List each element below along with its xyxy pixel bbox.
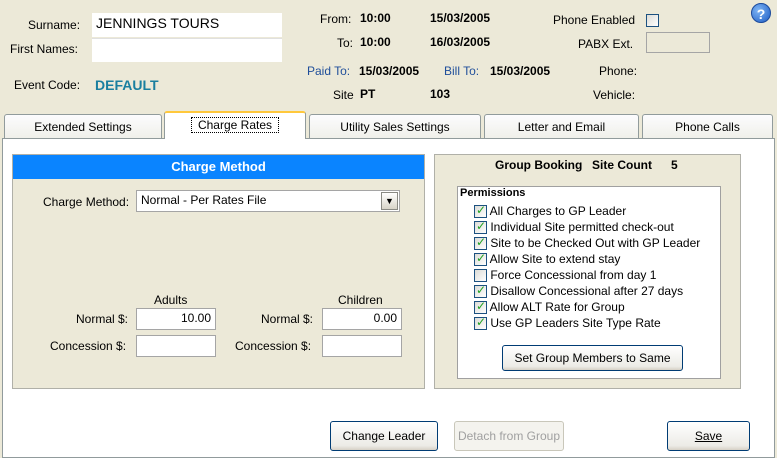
save-button[interactable]: Save xyxy=(667,421,750,451)
to-time: 10:00 xyxy=(360,35,391,49)
permission-item[interactable]: All Charges to GP Leader xyxy=(474,203,627,219)
paid-to-value: 15/03/2005 xyxy=(359,64,420,78)
charge-method-title: Charge Method xyxy=(13,155,424,179)
adult-normal-field[interactable]: 10.00 xyxy=(136,308,216,330)
child-normal-label: Normal $: xyxy=(261,312,314,326)
child-concession-field[interactable] xyxy=(322,335,402,357)
adult-concession-field[interactable] xyxy=(136,335,216,357)
site-number: 103 xyxy=(430,87,451,101)
checkbox[interactable] xyxy=(474,251,487,267)
permission-item[interactable]: Allow Site to extend stay xyxy=(474,251,621,267)
phone-enabled-checkbox[interactable] xyxy=(646,14,659,28)
checkbox[interactable] xyxy=(474,315,487,331)
charge-method-select[interactable]: Normal - Per Rates File ▼ xyxy=(136,190,400,212)
detach-from-group-button[interactable]: Detach from Group xyxy=(454,421,564,451)
change-leader-button[interactable]: Change Leader xyxy=(330,421,438,451)
charge-method-selected: Normal - Per Rates File xyxy=(141,193,267,207)
pabx-field[interactable] xyxy=(646,32,710,53)
permission-item[interactable]: Individual Site permitted check-out xyxy=(474,219,674,235)
site-type: PT xyxy=(360,87,376,101)
site-count-label: Site Count xyxy=(592,158,652,172)
permission-label: Force Concessional from day 1 xyxy=(490,268,657,282)
tab-letter-and-email[interactable]: Letter and Email xyxy=(484,114,639,138)
phone-label: Phone: xyxy=(599,64,638,78)
bill-to-value: 15/03/2005 xyxy=(490,64,551,78)
first-names-field[interactable] xyxy=(92,38,282,62)
permissions-title: Permissions xyxy=(460,187,526,199)
to-label: To: xyxy=(337,36,354,50)
tab-phone-calls[interactable]: Phone Calls xyxy=(642,114,773,138)
permission-label: All Charges to GP Leader xyxy=(489,204,627,218)
children-label: Children xyxy=(338,293,383,307)
group-booking-title: Group Booking xyxy=(495,158,583,172)
surname-field[interactable]: JENNINGS TOURS xyxy=(92,13,282,37)
event-code-value: DEFAULT xyxy=(95,77,159,93)
tab-extended-settings[interactable]: Extended Settings xyxy=(4,114,162,138)
checkbox[interactable] xyxy=(474,299,487,315)
checkbox[interactable] xyxy=(474,219,487,235)
permission-label: Disallow Concessional after 27 days xyxy=(490,284,684,298)
permission-label: Individual Site permitted check-out xyxy=(490,220,674,234)
site-count-value: 5 xyxy=(671,158,678,172)
tab-charge-rates-label: Charge Rates xyxy=(190,117,280,133)
permission-label: Site to be Checked Out with GP Leader xyxy=(490,236,701,250)
first-names-label: First Names: xyxy=(10,42,79,56)
permission-item[interactable]: Disallow Concessional after 27 days xyxy=(474,283,684,299)
child-normal-field[interactable]: 0.00 xyxy=(322,308,402,330)
from-time: 10:00 xyxy=(360,11,391,25)
from-date: 15/03/2005 xyxy=(430,11,491,25)
paid-to-label: Paid To: xyxy=(307,64,351,78)
permission-label: Allow ALT Rate for Group xyxy=(489,300,625,314)
set-group-members-button[interactable]: Set Group Members to Same xyxy=(502,345,683,371)
permission-item[interactable]: Use GP Leaders Site Type Rate xyxy=(474,315,661,331)
chevron-down-icon[interactable]: ▼ xyxy=(381,192,398,210)
tab-charge-rates[interactable]: Charge Rates xyxy=(164,111,306,139)
permission-item[interactable]: Force Concessional from day 1 xyxy=(474,268,657,283)
tab-utility-sales-settings[interactable]: Utility Sales Settings xyxy=(309,114,481,138)
adult-normal-label: Normal $: xyxy=(76,312,129,326)
vehicle-label: Vehicle: xyxy=(593,88,636,102)
checkbox[interactable] xyxy=(474,203,487,219)
permission-label: Use GP Leaders Site Type Rate xyxy=(490,316,661,330)
adult-concession-label: Concession $: xyxy=(50,339,127,353)
phone-enabled-label: Phone Enabled xyxy=(553,13,636,27)
site-label: Site xyxy=(333,88,354,102)
to-date: 16/03/2005 xyxy=(430,35,491,49)
from-label: From: xyxy=(320,12,352,26)
checkbox[interactable] xyxy=(474,269,487,283)
permission-item[interactable]: Site to be Checked Out with GP Leader xyxy=(474,235,701,251)
adults-label: Adults xyxy=(154,293,188,307)
permission-item[interactable]: Allow ALT Rate for Group xyxy=(474,299,625,315)
checkbox[interactable] xyxy=(474,235,487,251)
surname-label: Surname: xyxy=(28,18,81,32)
pabx-label: PABX Ext. xyxy=(578,37,634,51)
charge-method-label: Charge Method: xyxy=(43,195,130,209)
permission-label: Allow Site to extend stay xyxy=(489,252,621,266)
help-icon[interactable]: ? xyxy=(751,3,771,23)
event-code-label: Event Code: xyxy=(14,78,81,92)
child-concession-label: Concession $: xyxy=(235,339,312,353)
checkbox[interactable] xyxy=(474,283,487,299)
bill-to-label: Bill To: xyxy=(444,64,480,78)
